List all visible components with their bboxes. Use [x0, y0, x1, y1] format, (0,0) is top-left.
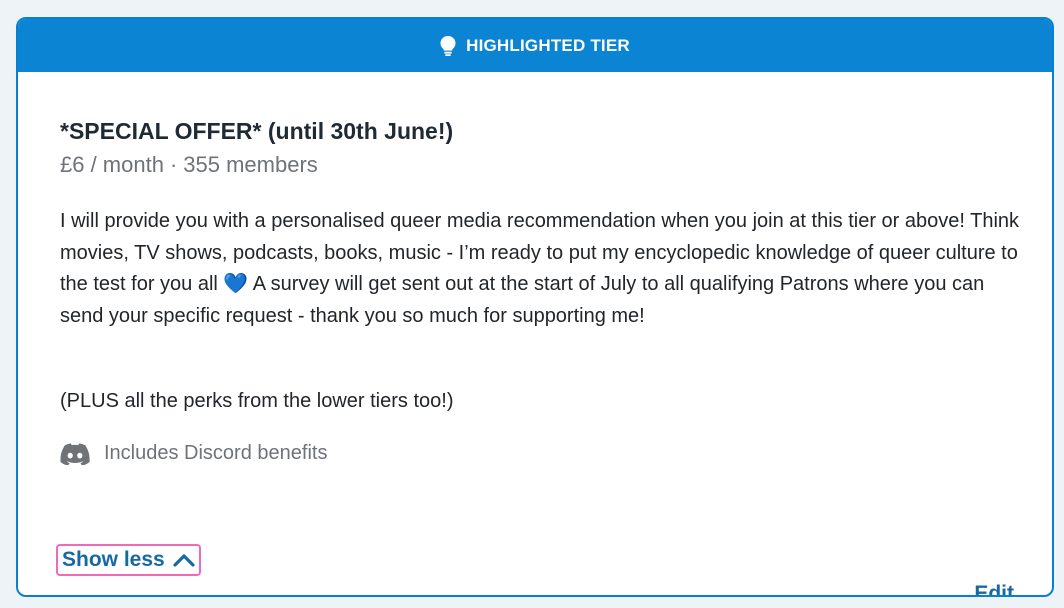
discord-benefits: Includes Discord benefits	[60, 442, 327, 465]
meta-separator: ·	[169, 152, 178, 177]
tier-description: I will provide you with a personalised q…	[60, 206, 1020, 332]
tier-extra-perks: (PLUS all the perks from the lower tiers…	[60, 390, 454, 412]
discord-icon	[60, 442, 90, 465]
tier-card: HIGHLIGHTED TIER *SPECIAL OFFER* (until …	[16, 17, 1054, 597]
show-less-button[interactable]: Show less	[56, 544, 201, 576]
lightbulb-icon	[440, 35, 456, 56]
header-label: HIGHLIGHTED TIER	[466, 35, 630, 55]
discord-benefits-label: Includes Discord benefits	[104, 442, 328, 464]
member-count: 355 members	[183, 152, 318, 177]
show-less-label: Show less	[62, 548, 165, 571]
blue-heart-emoji: 💙	[223, 273, 249, 295]
edit-button[interactable]: Edit	[974, 582, 1014, 595]
chevron-up-icon	[173, 554, 195, 567]
highlighted-tier-header: HIGHLIGHTED TIER	[18, 19, 1052, 72]
tier-title: *SPECIAL OFFER* (until 30th June!)	[60, 118, 454, 144]
tier-price: £6 / month	[60, 152, 164, 177]
tier-meta: £6 / month · 355 members	[60, 152, 318, 178]
